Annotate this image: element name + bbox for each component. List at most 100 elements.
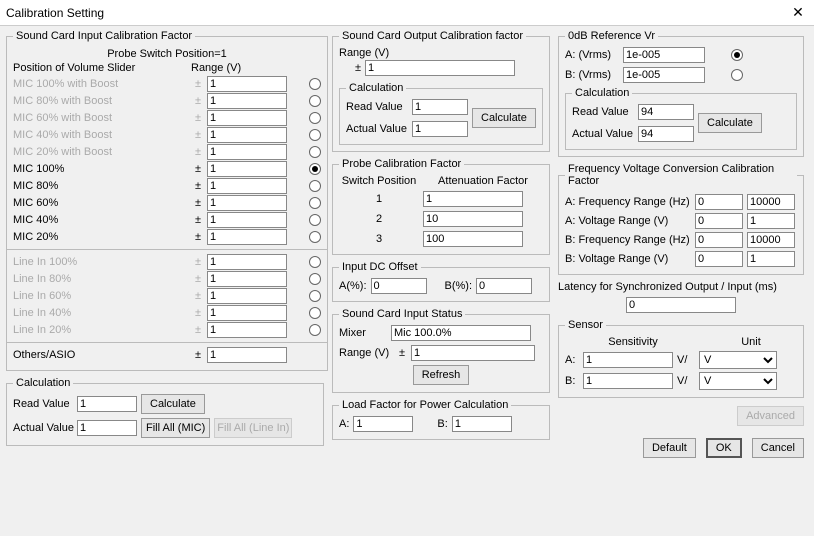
atten-input[interactable] (423, 191, 523, 207)
fv-min-input[interactable] (695, 194, 743, 210)
fv-max-input[interactable] (747, 251, 795, 267)
range-input[interactable] (207, 195, 287, 211)
freq-volt-group: Frequency Voltage Conversion Calibration… (558, 163, 804, 275)
slider-radio (309, 146, 321, 158)
vr-actual-label: Actual Value (572, 128, 634, 140)
read-value-input[interactable] (77, 396, 137, 412)
ref-vr-group: 0dB Reference Vr A: (Vrms) B: (Vrms) Cal… (558, 30, 804, 157)
latency-block: Latency for Synchronized Output / Input … (558, 281, 804, 313)
slider-radio[interactable] (309, 163, 321, 175)
lf-b-input[interactable] (452, 416, 512, 432)
dc-b-input[interactable] (476, 278, 532, 294)
out-read-input[interactable] (412, 99, 468, 115)
input-calc-legend: Calculation (13, 377, 73, 389)
range-input (207, 254, 287, 270)
vr-actual-input[interactable] (638, 126, 694, 142)
pm-icon: ± (193, 129, 203, 141)
hdr-position: Position of Volume Slider (13, 62, 191, 74)
sensitivity-input[interactable] (583, 373, 673, 389)
ok-button[interactable]: OK (706, 438, 742, 458)
sensitivity-input[interactable] (583, 352, 673, 368)
status-range-input[interactable] (411, 345, 535, 361)
range-input[interactable] (207, 212, 287, 228)
slider-radio[interactable] (309, 214, 321, 226)
fv-min-input[interactable] (695, 232, 743, 248)
output-range-input[interactable] (365, 60, 515, 76)
fill-all-mic-button[interactable]: Fill All (MIC) (141, 418, 210, 438)
slider-row: MIC 20% ± (13, 229, 321, 245)
vr-read-input[interactable] (638, 104, 694, 120)
pm-icon: ± (397, 347, 407, 359)
vr-calculate-button[interactable]: Calculate (698, 113, 762, 133)
fv-min-input[interactable] (695, 251, 743, 267)
slider-label: Line In 40% (13, 307, 189, 319)
range-input (207, 110, 287, 126)
vr-b-label: B: (Vrms) (565, 69, 619, 81)
fv-label: B: Voltage Range (V) (565, 253, 691, 265)
slider-radio (309, 112, 321, 124)
fv-max-input[interactable] (747, 232, 795, 248)
vr-a-input[interactable] (623, 47, 705, 63)
range-input (207, 322, 287, 338)
unit-select[interactable]: V (699, 372, 777, 390)
load-factor-legend: Load Factor for Power Calculation (339, 399, 511, 411)
dc-a-input[interactable] (371, 278, 427, 294)
slider-radio (309, 290, 321, 302)
slider-radio[interactable] (309, 197, 321, 209)
latency-label: Latency for Synchronized Output / Input … (558, 281, 804, 293)
slider-row: MIC 100% with Boost ± (13, 76, 321, 92)
unit-select[interactable]: V (699, 351, 777, 369)
slider-radio[interactable] (309, 231, 321, 243)
dc-offset-group: Input DC Offset A(%): B(%): (332, 261, 550, 302)
content: Sound Card Input Calibration Factor Prob… (0, 26, 814, 462)
cancel-button[interactable]: Cancel (752, 438, 804, 458)
pm-icon: ± (193, 78, 203, 90)
default-button[interactable]: Default (643, 438, 696, 458)
vr-b-input[interactable] (623, 67, 705, 83)
out-calculate-button[interactable]: Calculate (472, 108, 536, 128)
probe-subtitle: Probe Switch Position=1 (13, 48, 321, 60)
probe-legend: Probe Calibration Factor (339, 158, 464, 170)
titlebar: Calibration Setting ✕ (0, 0, 814, 26)
pm-icon: ± (339, 62, 361, 74)
fv-min-input[interactable] (695, 213, 743, 229)
actual-value-label: Actual Value (13, 422, 73, 434)
range-input[interactable] (207, 229, 287, 245)
mixer-input[interactable] (391, 325, 531, 341)
slider-row: MIC 40% ± (13, 212, 321, 228)
close-icon[interactable]: ✕ (788, 4, 808, 21)
input-status-legend: Sound Card Input Status (339, 308, 465, 320)
others-input[interactable] (207, 347, 287, 363)
slider-radio (309, 78, 321, 90)
sensor-row: B: V/ V (565, 372, 797, 390)
lf-a-label: A: (339, 418, 349, 430)
slider-row: MIC 100% ± (13, 161, 321, 177)
atten-input[interactable] (423, 211, 523, 227)
fv-max-input[interactable] (747, 213, 795, 229)
vr-a-radio[interactable] (731, 49, 743, 61)
slider-row: Line In 40% ± (13, 305, 321, 321)
fv-max-input[interactable] (747, 194, 795, 210)
range-input[interactable] (207, 178, 287, 194)
atten-input[interactable] (423, 231, 523, 247)
out-actual-input[interactable] (412, 121, 468, 137)
others-row: Others/ASIO ± (13, 347, 321, 363)
slider-radio[interactable] (309, 180, 321, 192)
input-calculate-button[interactable]: Calculate (141, 394, 205, 414)
fv-label: B: Frequency Range (Hz) (565, 234, 691, 246)
vr-b-radio[interactable] (731, 69, 743, 81)
mixer-label: Mixer (339, 327, 387, 339)
lf-b-label: B: (437, 418, 447, 430)
range-input[interactable] (207, 161, 287, 177)
lf-a-input[interactable] (353, 416, 413, 432)
window-title: Calibration Setting (6, 6, 104, 20)
slider-label: MIC 100% (13, 163, 189, 175)
actual-value-input[interactable] (77, 420, 137, 436)
input-status-group: Sound Card Input Status Mixer Range (V) … (332, 308, 550, 393)
refresh-button[interactable]: Refresh (413, 365, 470, 385)
ref-vr-legend: 0dB Reference Vr (565, 30, 658, 42)
latency-input[interactable] (626, 297, 736, 313)
slider-radio (309, 307, 321, 319)
pm-icon: ± (193, 290, 203, 302)
slider-row: Line In 80% ± (13, 271, 321, 287)
